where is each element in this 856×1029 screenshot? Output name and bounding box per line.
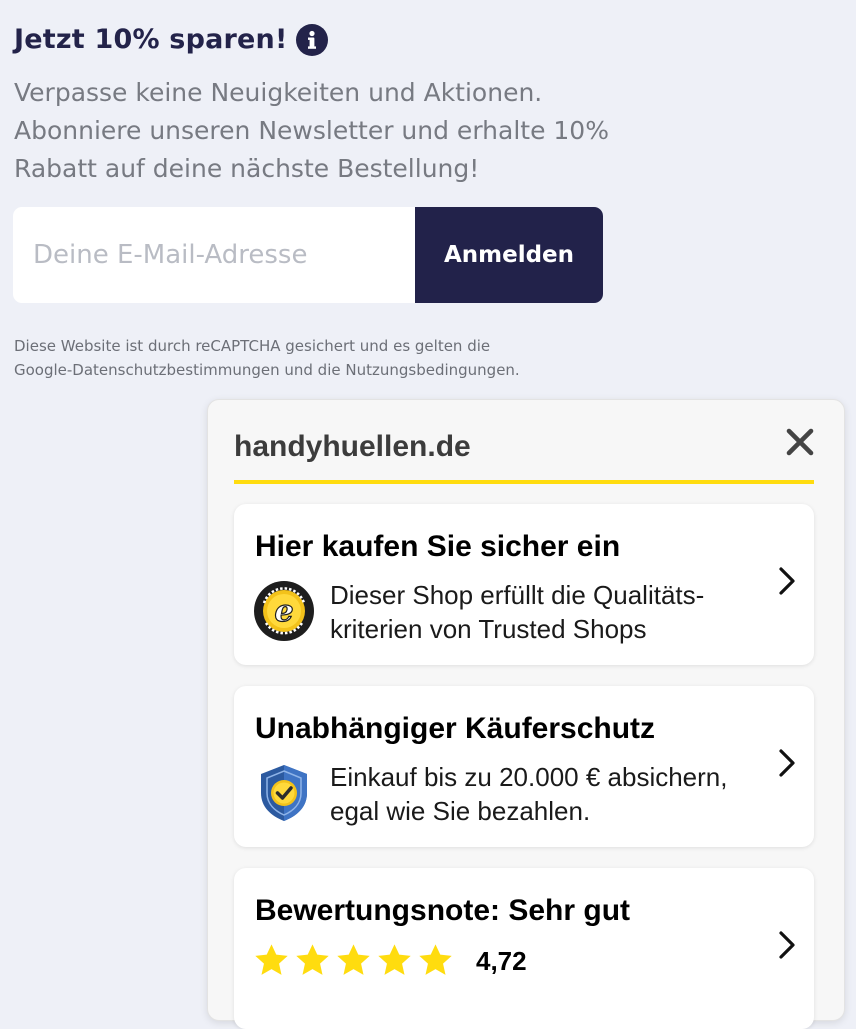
newsletter-form: Anmelden xyxy=(13,207,603,303)
card-description-line: egal wie Sie bezahlen. xyxy=(330,796,591,826)
card-description-line: Einkauf bis zu 20.000 € absichern, xyxy=(330,762,728,792)
card-title: Hier kaufen Sie sicher ein xyxy=(255,530,621,563)
rating-value: 4,72 xyxy=(476,946,527,976)
recaptcha-line: Google-Datenschutzbestimmungen und die N… xyxy=(14,361,520,379)
star-icon xyxy=(337,944,370,975)
trusted-shops-panel: handyhuellen.de Hier kaufen Sie sicher e… xyxy=(207,399,845,1029)
recaptcha-line: Diese Website ist durch reCAPTCHA gesich… xyxy=(14,337,491,355)
star-icon xyxy=(378,944,411,975)
card-description: Einkauf bis zu 20.000 € absichern, egal … xyxy=(330,760,727,828)
card-description-line: Dieser Shop erfüllt die Qualitäts- xyxy=(330,580,705,610)
rating-stars xyxy=(253,942,454,979)
recaptcha-notice: Diese Website ist durch reCAPTCHA gesich… xyxy=(14,334,614,382)
secure-shopping-card[interactable]: Hier kaufen Sie sicher ein e Dieser Shop… xyxy=(234,504,814,665)
close-icon[interactable] xyxy=(784,426,816,458)
card-title: Unabhängiger Käuferschutz xyxy=(255,712,656,745)
card-title: Bewertungsnote: Sehr gut xyxy=(255,894,631,927)
buyer-protection-card[interactable]: Unabhängiger Käuferschutz Einkauf bis zu… xyxy=(234,686,814,847)
chevron-right-icon xyxy=(776,930,798,960)
newsletter-description: Verpasse keine Neuigkeiten und Aktionen.… xyxy=(14,74,654,188)
shop-name: handyhuellen.de xyxy=(234,430,471,463)
newsletter-text-line: Rabatt auf deine nächste Bestellung! xyxy=(14,154,480,183)
star-icon xyxy=(296,944,329,975)
subscribe-button[interactable]: Anmelden xyxy=(415,207,603,303)
card-description-line: kriterien von Trusted Shops xyxy=(330,614,647,644)
info-icon[interactable] xyxy=(296,24,328,56)
email-input[interactable] xyxy=(13,207,415,303)
star-icon xyxy=(419,944,452,975)
rating-card[interactable]: Bewertungsnote: Sehr gut 4,72 xyxy=(234,868,814,1029)
trusted-shops-header: handyhuellen.de xyxy=(234,426,814,484)
chevron-right-icon xyxy=(776,566,798,596)
newsletter-text-line: Abonniere unseren Newsletter und erhalte… xyxy=(14,116,609,145)
star-icon xyxy=(255,944,288,975)
card-description: Dieser Shop erfüllt die Qualitäts- krite… xyxy=(330,578,704,646)
newsletter-title: Jetzt 10% sparen! xyxy=(14,24,288,55)
svg-text:e: e xyxy=(274,594,293,629)
trusted-shops-seal-icon: e xyxy=(254,581,314,641)
newsletter-text-line: Verpasse keine Neuigkeiten und Aktionen. xyxy=(14,78,543,107)
chevron-right-icon xyxy=(776,748,798,778)
shield-check-icon xyxy=(254,763,314,823)
